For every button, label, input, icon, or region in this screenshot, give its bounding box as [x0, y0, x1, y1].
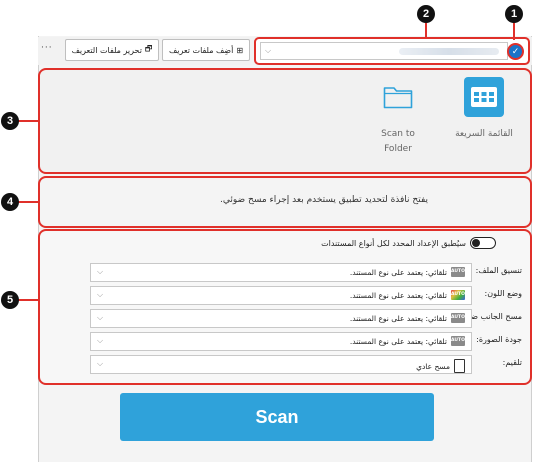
chevron-down-icon: ⌵ [265, 46, 272, 55]
chevron-down-icon: ⌵ [97, 313, 104, 322]
callout-1: 1 [505, 5, 523, 23]
more-options-button[interactable]: ··· [41, 43, 53, 53]
scan-to-folder-label-2: Folder [384, 144, 412, 154]
scan-button[interactable]: Scan [120, 393, 434, 441]
profile-list: القائمة السريعة Scan to Folder [38, 68, 532, 174]
callout-line-3 [18, 120, 39, 122]
chevron-down-icon: ⌵ [97, 359, 104, 368]
profile-description: يفتح نافذة لتحديد تطبيق يستخدم بعد إجراء… [38, 176, 532, 228]
profile-quick-menu[interactable]: القائمة السريعة [451, 74, 517, 164]
callout-5: 5 [1, 291, 19, 309]
auto-icon: AUTO [451, 267, 465, 277]
callout-4: 4 [1, 193, 19, 211]
edit-profile-icon: 🗗 [144, 44, 153, 53]
add-profiles-button[interactable]: ⊞ أضِف ملفات تعريف [162, 39, 250, 61]
scanner-select[interactable]: ⌵ [260, 42, 508, 60]
chevron-down-icon: ⌵ [97, 267, 104, 276]
apply-to-all-row: سيُطبق الإعداد المحدد لكل أنواع المستندا… [321, 237, 496, 249]
callout-line-1 [513, 22, 515, 40]
page-icon [454, 359, 465, 373]
scan-settings: سيُطبق الإعداد المحدد لكل أنواع المستندا… [38, 229, 532, 385]
callout-line-2 [425, 22, 427, 38]
callout-line-4 [18, 201, 39, 203]
edit-profiles-button[interactable]: 🗗 تحرير ملفات التعريف [65, 39, 159, 61]
scanner-selector-highlight: ⌵ ✓ [254, 37, 530, 65]
toolbar: ··· 🗗 تحرير ملفات التعريف ⊞ أضِف ملفات ت… [38, 37, 532, 65]
scan-to-folder-label-1: Scan to [381, 129, 415, 139]
profile-scan-to-folder[interactable]: Scan to Folder [365, 74, 431, 164]
connected-check-icon: ✓ [507, 43, 524, 60]
image-quality-select[interactable]: ⌵ AUTO تلقائي: يعتمد على نوع المستند. [90, 332, 472, 351]
scanner-name-blurred [399, 48, 499, 55]
apply-to-all-label: سيُطبق الإعداد المحدد لكل أنواع المستندا… [321, 238, 466, 248]
auto-color-icon: AUTO [451, 290, 465, 300]
info-text: يفتح نافذة لتحديد تطبيق يستخدم بعد إجراء… [219, 195, 428, 205]
chevron-down-icon: ⌵ [97, 336, 104, 345]
scan-side-select[interactable]: ⌵ AUTO تلقائي: يعتمد على نوع المستند. [90, 309, 472, 328]
auto-icon: AUTO [451, 313, 465, 323]
folder-icon [381, 77, 415, 117]
callout-line-5 [18, 299, 39, 301]
feed-select[interactable]: ⌵ مسح عادي [90, 355, 472, 374]
quick-menu-label: القائمة السريعة [455, 129, 513, 139]
apply-to-all-toggle[interactable] [470, 237, 496, 249]
add-icon: ⊞ [236, 45, 244, 55]
chevron-down-icon: ⌵ [97, 290, 104, 299]
callout-2: 2 [417, 5, 435, 23]
color-mode-select[interactable]: ⌵ AUTO تلقائي: يعتمد على نوع المستند. [90, 286, 472, 305]
quick-menu-icon [464, 77, 504, 117]
callout-3: 3 [1, 112, 19, 130]
auto-icon: AUTO [451, 336, 465, 346]
file-format-select[interactable]: ⌵ AUTO تلقائي: يعتمد على نوع المستند. [90, 263, 472, 282]
